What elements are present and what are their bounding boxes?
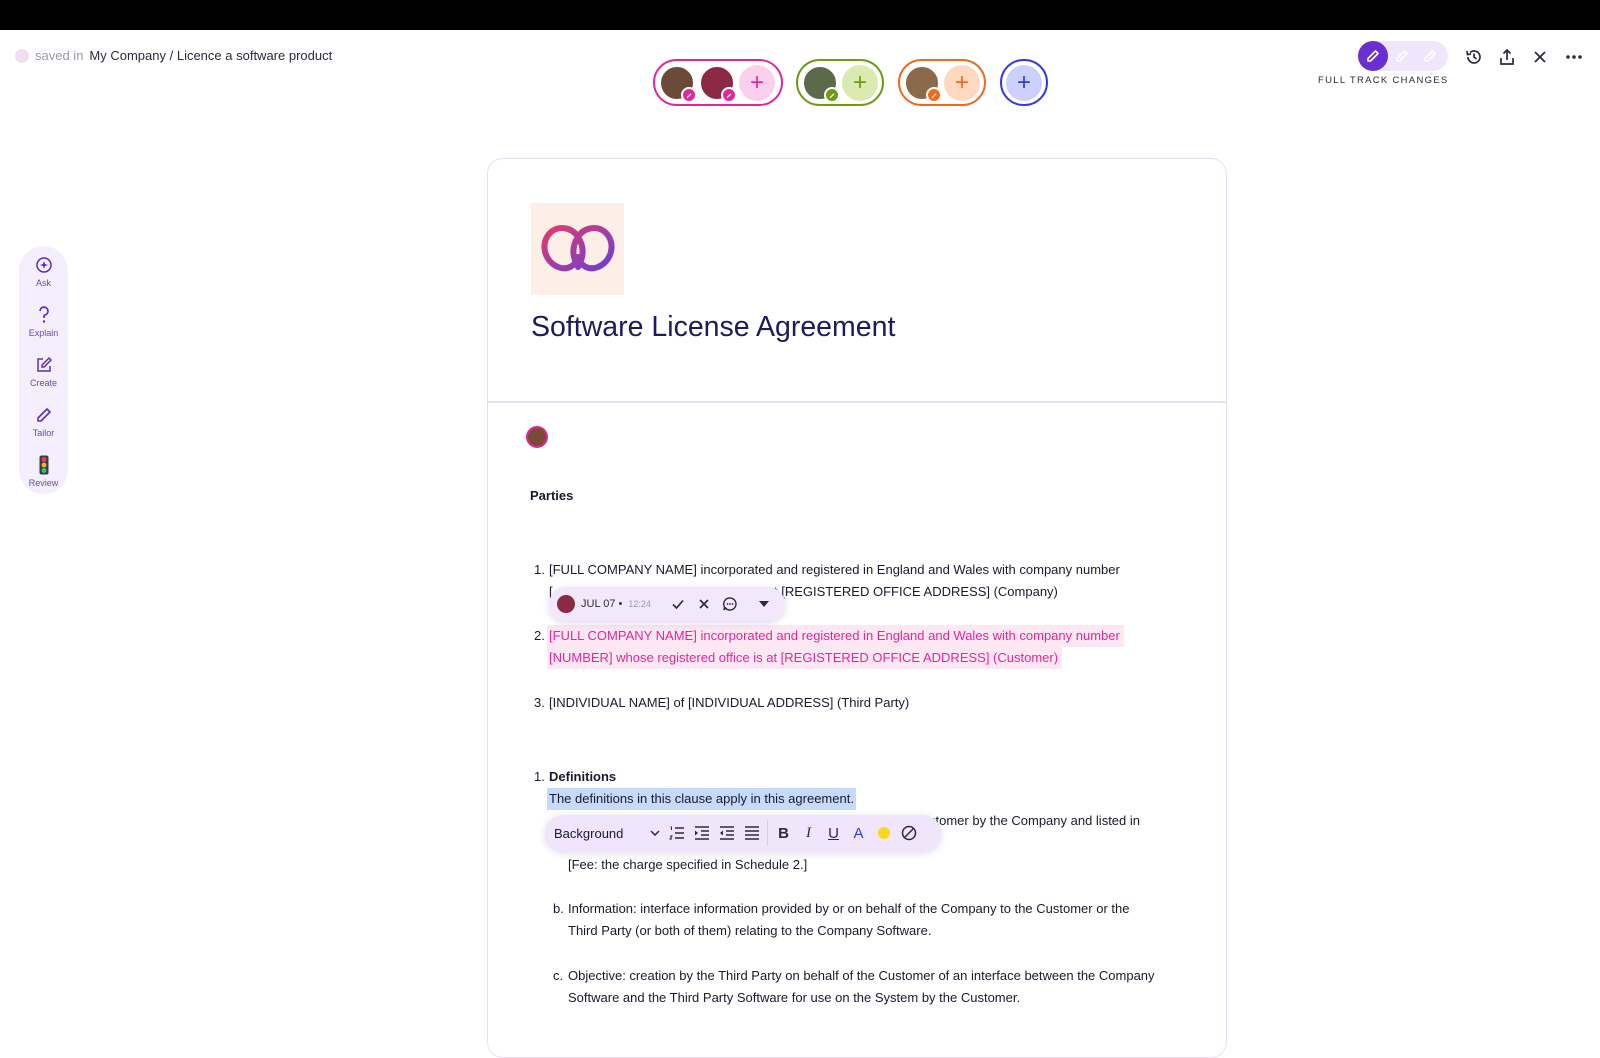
rail-item-label: Tailor	[32, 428, 55, 438]
share-icon[interactable]	[1496, 46, 1518, 68]
list-number: 1.	[534, 562, 545, 577]
rail-item-label: Explain	[28, 328, 59, 338]
reject-change-icon[interactable]	[691, 591, 717, 617]
breadcrumb[interactable]: My Company / Licence a software product	[89, 48, 332, 63]
save-status: saved in My Company / Licence a software…	[15, 48, 332, 63]
change-author-avatar	[557, 595, 575, 613]
company-logo	[531, 203, 624, 295]
ai-assistant-rail: Ask Explain Create Tailor Review	[19, 246, 68, 494]
collaborator-group-pink[interactable]: +	[653, 59, 783, 106]
style-select[interactable]: Background	[554, 826, 664, 841]
add-collaborator-button[interactable]: +	[1006, 64, 1042, 101]
party-3-line-1[interactable]: [INDIVIDUAL NAME] of [INDIVIDUAL ADDRESS…	[549, 692, 909, 714]
definitions-heading[interactable]: Definitions	[549, 766, 616, 788]
party-1-line-1[interactable]: [FULL COMPANY NAME] incorporated and reg…	[549, 559, 1120, 581]
indent-icon[interactable]	[689, 820, 714, 846]
track-changes-label: FULL TRACK CHANGES	[1318, 75, 1449, 86]
title-divider	[488, 401, 1226, 403]
rail-item-tailor[interactable]: Tailor	[19, 404, 68, 438]
question-icon	[19, 304, 68, 326]
add-collaborator-button[interactable]: +	[739, 64, 775, 101]
edit-badge-icon	[721, 86, 737, 103]
formatting-toolbar: Background B I U A	[545, 815, 941, 851]
avatar[interactable]	[659, 64, 697, 103]
list-number: 1.	[534, 769, 545, 784]
collaborator-group-blue[interactable]: +	[1000, 59, 1048, 106]
collaborator-group-green[interactable]: +	[796, 59, 884, 106]
avatar[interactable]	[802, 64, 840, 103]
italic-button[interactable]: I	[796, 820, 821, 846]
numbered-list-icon[interactable]	[664, 820, 689, 846]
avatar[interactable]	[904, 64, 942, 103]
change-date: JUL 07 •	[581, 598, 623, 610]
definition-line-partial[interactable]: stomer by the Company and listed in	[929, 810, 1140, 832]
rail-item-label: Create	[29, 378, 57, 388]
save-status-dot	[15, 48, 29, 63]
toolbar-separator	[767, 820, 768, 846]
rail-item-review[interactable]: Review	[19, 454, 68, 488]
partial-track-changes-icon[interactable]	[1388, 41, 1416, 71]
tracked-change-popover: JUL 07 • 12:24	[549, 587, 785, 621]
rail-item-ask[interactable]: Ask	[19, 254, 68, 288]
edit-badge-icon	[681, 86, 697, 103]
party-2-inserted-line-2[interactable]: [NUMBER] whose registered office is at […	[547, 647, 1063, 669]
pencil-icon	[19, 404, 68, 426]
no-track-changes-icon[interactable]	[1416, 41, 1444, 71]
ask-sparkle-icon	[19, 254, 68, 276]
highlight-color-icon[interactable]	[871, 820, 896, 846]
definition-c-line-1[interactable]: Objective: creation by the Third Party o…	[568, 965, 1155, 987]
definition-fee[interactable]: [Fee: the charge specified in Schedule 2…	[568, 854, 807, 876]
saved-label: saved in	[35, 48, 84, 63]
avatar[interactable]	[699, 64, 737, 103]
document-title[interactable]: Software License Agreement	[531, 311, 895, 344]
rail-item-create[interactable]: Create	[19, 354, 68, 388]
edit-badge-icon	[824, 86, 840, 103]
definition-c-line-2[interactable]: Software and the Third Party Software fo…	[568, 987, 1020, 1009]
list-letter: c.	[553, 968, 564, 983]
change-time: 12:24	[628, 599, 651, 609]
definitions-intro-selected[interactable]: The definitions in this clause apply in …	[547, 788, 856, 810]
edit-badge-icon	[926, 86, 942, 103]
chevron-down-icon[interactable]	[751, 591, 777, 617]
parties-heading[interactable]: Parties	[530, 485, 573, 507]
more-options-icon[interactable]	[1563, 46, 1585, 68]
party-2-inserted-line-1[interactable]: [FULL COMPANY NAME] incorporated and reg…	[547, 625, 1124, 647]
window-top-bar	[0, 0, 1600, 30]
list-number: 3.	[534, 695, 545, 710]
add-collaborator-button[interactable]: +	[842, 64, 878, 101]
definition-b-line-1[interactable]: Information: interface information provi…	[568, 898, 1129, 920]
track-changes-toggle[interactable]	[1358, 41, 1448, 71]
definition-b-line-2[interactable]: Third Party (or both of them) relating t…	[568, 920, 931, 942]
traffic-light-icon	[19, 454, 68, 476]
clear-formatting-icon[interactable]	[896, 820, 921, 846]
list-letter: b.	[553, 901, 564, 916]
list-number: 2.	[534, 628, 545, 643]
rail-item-explain[interactable]: Explain	[19, 304, 68, 338]
close-icon[interactable]	[1529, 46, 1551, 68]
justify-icon[interactable]	[739, 820, 764, 846]
author-avatar[interactable]	[526, 426, 548, 448]
rail-item-label: Review	[28, 478, 59, 488]
comment-icon[interactable]	[717, 591, 743, 617]
rail-item-label: Ask	[35, 278, 51, 288]
edit-square-icon	[19, 354, 68, 376]
text-color-button[interactable]: A	[846, 820, 871, 846]
chevron-down-icon	[650, 830, 660, 836]
outdent-icon[interactable]	[714, 820, 739, 846]
add-collaborator-button[interactable]: +	[944, 64, 980, 101]
bold-button[interactable]: B	[771, 820, 796, 846]
underline-button[interactable]: U	[821, 820, 846, 846]
collaborator-group-orange[interactable]: +	[898, 59, 986, 106]
full-track-changes-icon[interactable]	[1358, 41, 1388, 71]
accept-change-icon[interactable]	[665, 591, 691, 617]
style-select-value: Background	[554, 825, 624, 841]
history-icon[interactable]	[1463, 46, 1485, 68]
party-1-line-2-end[interactable]: t [REGISTERED OFFICE ADDRESS] (Company)	[774, 581, 1058, 603]
